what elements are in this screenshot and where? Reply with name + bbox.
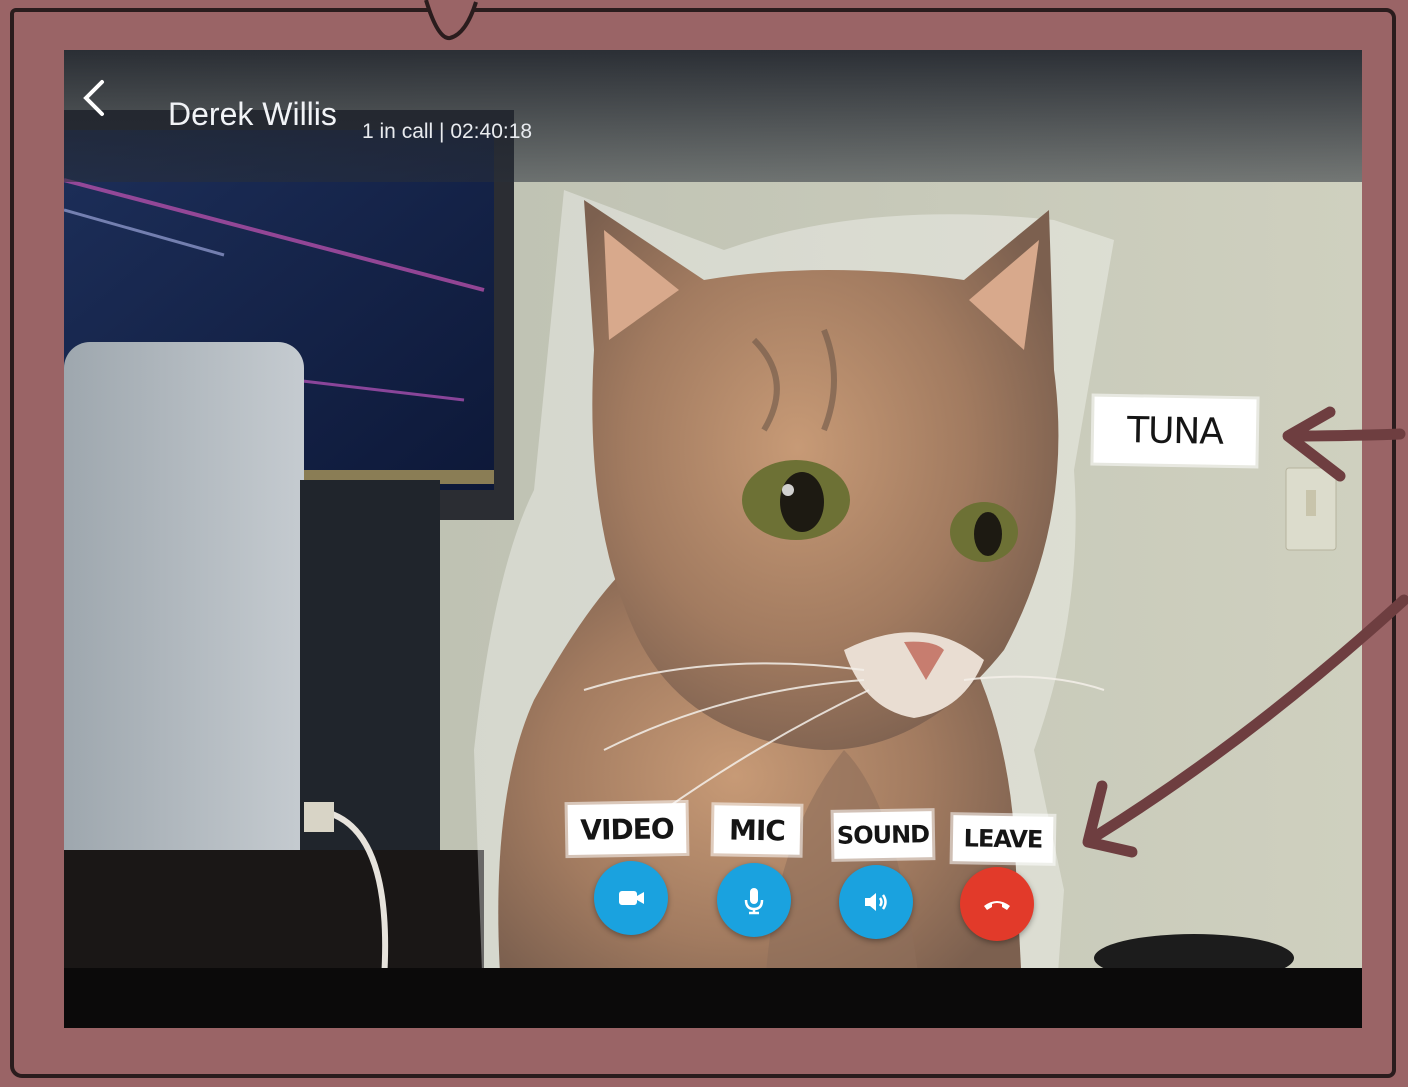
contact-name: Derek Willis [168,96,337,132]
video-button[interactable] [594,861,668,935]
call-status: 1 in call | 02:40:18 [362,120,533,143]
sound-label: SOUND [833,811,933,859]
leave-call-button[interactable] [960,867,1034,941]
bottom-bar [64,968,1362,1028]
video-label: VIDEO [567,802,687,856]
video-camera-icon [619,891,644,905]
hang-up-icon [984,901,1010,910]
leave-label: LEAVE [952,815,1054,863]
speaker-icon [865,893,887,911]
mic-label: MIC [713,805,801,855]
pet-name-label: TUNA [1093,396,1257,466]
sound-button[interactable] [839,865,913,939]
video-call-screen: Derek Willis 1 in call | 02:40:18 [64,50,1362,1028]
back-arrow-icon[interactable] [72,72,120,120]
video-feed [64,50,1362,1028]
mic-button[interactable] [717,863,791,937]
frame-notch [424,0,478,41]
microphone-icon [744,888,764,915]
